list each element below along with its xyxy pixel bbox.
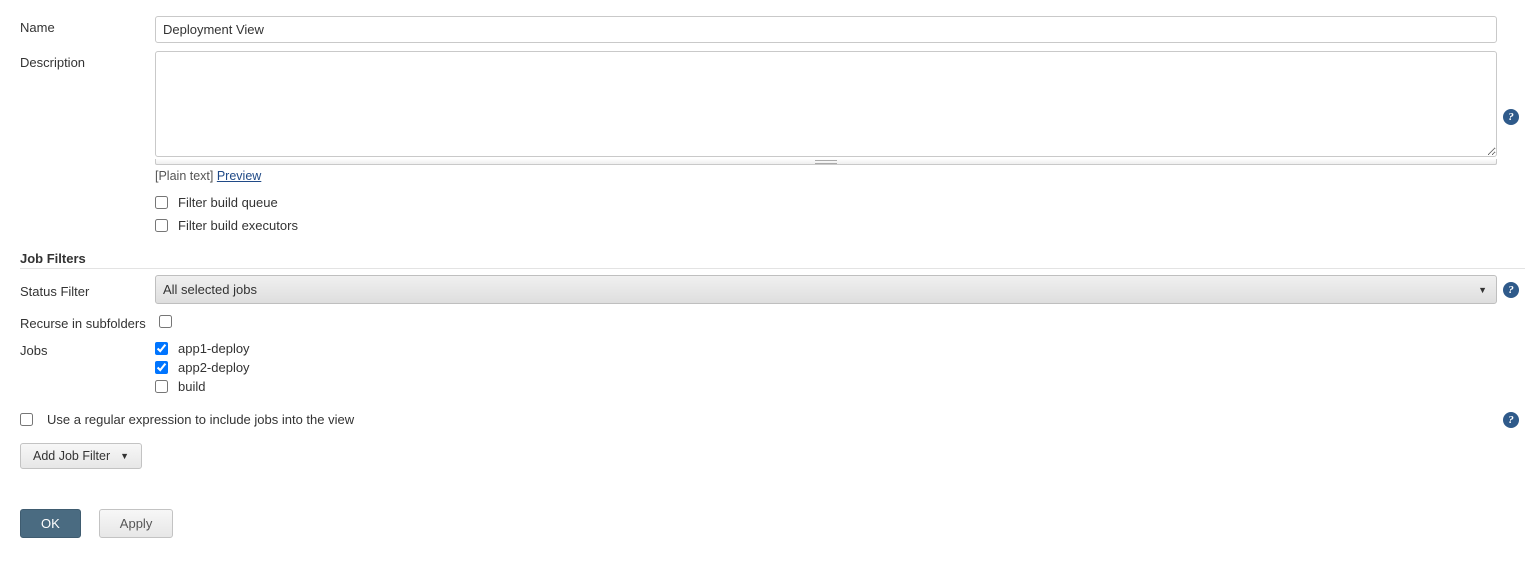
chevron-down-icon: ▼: [120, 451, 129, 461]
job-filters-section-header: Job Filters: [20, 245, 1525, 269]
name-label: Name: [20, 16, 155, 35]
jobs-label: Jobs: [20, 339, 155, 358]
job-checkbox[interactable]: [155, 361, 168, 374]
filter-build-queue-checkbox[interactable]: [155, 196, 168, 209]
help-icon[interactable]: ?: [1503, 282, 1519, 298]
job-checkbox[interactable]: [155, 342, 168, 355]
ok-button[interactable]: OK: [20, 509, 81, 538]
job-checkbox[interactable]: [155, 380, 168, 393]
recurse-checkbox[interactable]: [159, 315, 172, 328]
job-label: build: [178, 379, 205, 394]
apply-button[interactable]: Apply: [99, 509, 174, 538]
add-job-filter-button[interactable]: Add Job Filter ▼: [20, 443, 142, 469]
recurse-label: Recurse in subfolders: [20, 312, 155, 331]
regex-filter-checkbox[interactable]: [20, 413, 33, 426]
status-filter-label: Status Filter: [20, 280, 155, 299]
filter-build-executors-label: Filter build executors: [178, 218, 298, 233]
job-label: app2-deploy: [178, 360, 250, 375]
preview-link[interactable]: Preview: [217, 169, 261, 183]
filter-build-executors-checkbox[interactable]: [155, 219, 168, 232]
plain-text-label: [Plain text]: [155, 169, 217, 183]
help-icon[interactable]: ?: [1503, 109, 1519, 125]
help-icon[interactable]: ?: [1503, 412, 1519, 428]
status-filter-select[interactable]: All selected jobs: [155, 275, 1497, 304]
job-label: app1-deploy: [178, 341, 250, 356]
regex-filter-label: Use a regular expression to include jobs…: [47, 412, 354, 427]
filter-build-queue-label: Filter build queue: [178, 195, 278, 210]
textarea-resize-handle[interactable]: [155, 159, 1497, 165]
description-label: Description: [20, 51, 155, 70]
name-input[interactable]: [155, 16, 1497, 43]
description-textarea[interactable]: [155, 51, 1497, 157]
add-job-filter-label: Add Job Filter: [33, 449, 110, 463]
